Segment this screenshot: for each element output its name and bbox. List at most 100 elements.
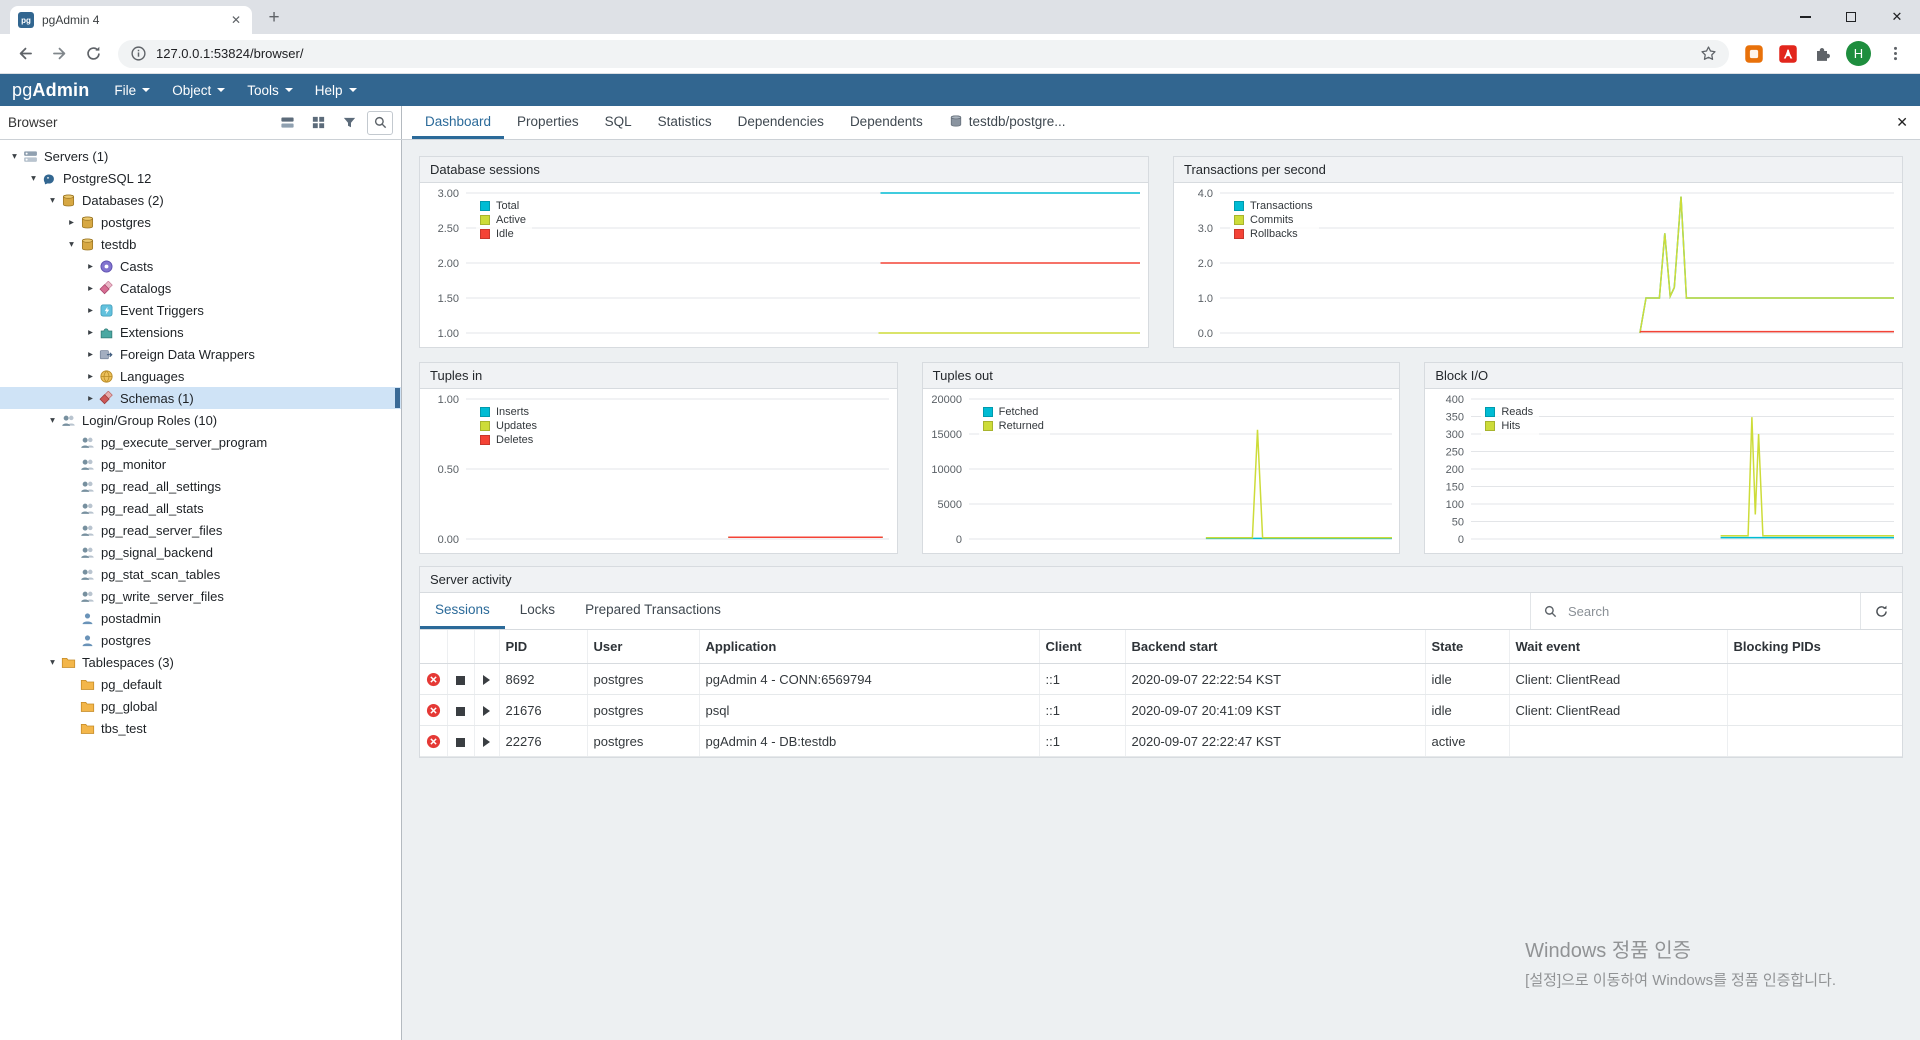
menu-object[interactable]: Object	[161, 74, 236, 106]
chevron-right-icon[interactable]: ▸	[63, 217, 80, 228]
chevron-down-icon[interactable]: ▾	[44, 657, 61, 668]
tree-item-pg-monitor[interactable]: pg_monitor	[0, 453, 401, 475]
tree-item-pg-execute-server-program[interactable]: pg_execute_server_program	[0, 431, 401, 453]
browser-menu-button[interactable]	[1881, 40, 1909, 68]
tree-item-tablespaces-3[interactable]: ▾ Tablespaces (3)	[0, 651, 401, 673]
grid-view-button[interactable]	[305, 111, 331, 135]
site-info-icon[interactable]	[130, 45, 147, 62]
reload-button[interactable]	[79, 40, 107, 68]
tree-item-event-triggers[interactable]: ▸ Event Triggers	[0, 299, 401, 321]
window-maximize-button[interactable]	[1828, 0, 1874, 34]
tab-sql[interactable]: SQL	[592, 106, 645, 139]
tree-item-postadmin[interactable]: postadmin	[0, 607, 401, 629]
tree-item-servers-1[interactable]: ▾ Servers (1)	[0, 145, 401, 167]
activity-tab-sessions[interactable]: Sessions	[420, 593, 505, 629]
session-row[interactable]: 8692 postgres pgAdmin 4 - CONN:6569794::1 2…	[420, 663, 1902, 696]
chevron-down-icon[interactable]: ▾	[63, 239, 80, 250]
group-role-icon	[80, 589, 95, 604]
tree-item-pg-global[interactable]: pg_global	[0, 695, 401, 717]
chevron-right-icon[interactable]: ▸	[82, 349, 99, 360]
tree-item-postgres[interactable]: postgres	[0, 629, 401, 651]
svg-text:0: 0	[956, 534, 962, 546]
chevron-down-icon[interactable]: ▾	[25, 173, 42, 184]
menu-tools[interactable]: Tools	[236, 74, 304, 106]
extensions-puzzle-icon[interactable]	[1812, 44, 1832, 64]
new-tab-button[interactable]: +	[260, 4, 288, 32]
chevron-right-icon[interactable]: ▸	[82, 327, 99, 338]
tab-dependents[interactable]: Dependents	[837, 106, 936, 139]
expand-row-icon[interactable]	[483, 706, 490, 717]
cancel-session-icon[interactable]	[426, 734, 441, 749]
tree-item-languages[interactable]: ▸ Languages	[0, 365, 401, 387]
tree-item-schemas-1[interactable]: ▸ Schemas (1)	[0, 387, 401, 409]
menu-file[interactable]: File	[103, 74, 161, 106]
tree-item-label: pg_stat_scan_tables	[101, 566, 221, 582]
tree-item-tbs-test[interactable]: tbs_test	[0, 717, 401, 739]
tree-item-extensions[interactable]: ▸ Extensions	[0, 321, 401, 343]
chevron-down-icon[interactable]: ▾	[44, 195, 61, 206]
chevron-right-icon[interactable]: ▸	[82, 283, 99, 294]
address-bar[interactable]: 127.0.0.1:53824/browser/	[118, 39, 1729, 68]
menu-help[interactable]: Help	[304, 74, 368, 106]
refresh-button[interactable]	[1860, 593, 1902, 629]
expand-row-icon[interactable]	[483, 675, 490, 686]
bookmark-star-icon[interactable]	[1700, 45, 1717, 62]
server-activity-title: Server activity	[420, 567, 1902, 593]
chevron-right-icon[interactable]: ▸	[82, 371, 99, 382]
tree-item-postgresql-12[interactable]: ▾ PostgreSQL 12	[0, 167, 401, 189]
tree-item-pg-default[interactable]: pg_default	[0, 673, 401, 695]
tab-properties[interactable]: Properties	[504, 106, 592, 139]
chevron-right-icon[interactable]: ▸	[82, 305, 99, 316]
search-input[interactable]	[1566, 602, 1848, 620]
cell-blocking-pids	[1727, 663, 1902, 696]
tab-close-icon[interactable]: ✕	[228, 12, 244, 28]
cancel-session-icon[interactable]	[426, 703, 441, 718]
chevron-down-icon[interactable]: ▾	[44, 415, 61, 426]
chevron-down-icon[interactable]: ▾	[6, 151, 23, 162]
tree-item-testdb[interactable]: ▾ testdb	[0, 233, 401, 255]
extension-icon-acrobat[interactable]	[1778, 44, 1798, 64]
tab-dependencies[interactable]: Dependencies	[725, 106, 837, 139]
chevron-right-icon[interactable]: ▸	[82, 393, 99, 404]
forward-button[interactable]	[45, 40, 73, 68]
extension-icon-orange[interactable]	[1744, 44, 1764, 64]
group-role-icon	[80, 479, 95, 494]
user-icon	[80, 633, 95, 648]
terminate-session-icon[interactable]	[456, 675, 465, 685]
browser-tab[interactable]: pg pgAdmin 4 ✕	[10, 6, 252, 34]
tree-search-button[interactable]	[367, 110, 393, 135]
back-button[interactable]	[11, 40, 39, 68]
panel-close-icon[interactable]: ✕	[1896, 106, 1908, 139]
tree-item-pg-read-all-stats[interactable]: pg_read_all_stats	[0, 497, 401, 519]
tree-item-pg-read-server-files[interactable]: pg_read_server_files	[0, 519, 401, 541]
tab-statistics[interactable]: Statistics	[645, 106, 725, 139]
tree-stack-button[interactable]	[274, 111, 300, 135]
tree-item-casts[interactable]: ▸ Casts	[0, 255, 401, 277]
tree-item-pg-stat-scan-tables[interactable]: pg_stat_scan_tables	[0, 563, 401, 585]
tree-item-pg-read-all-settings[interactable]: pg_read_all_settings	[0, 475, 401, 497]
tab-dashboard[interactable]: Dashboard	[412, 106, 505, 139]
chevron-right-icon[interactable]: ▸	[82, 261, 99, 272]
activity-tab-locks[interactable]: Locks	[505, 593, 570, 629]
tree-item-foreign-data-wrappers[interactable]: ▸ Foreign Data Wrappers	[0, 343, 401, 365]
tab-testdb-postgre[interactable]: testdb/postgre...	[936, 106, 1079, 139]
tree-item-catalogs[interactable]: ▸ Catalogs	[0, 277, 401, 299]
terminate-session-icon[interactable]	[456, 737, 465, 747]
session-row[interactable]: 21676 postgres psql::1 2020-09-07 20:41:09 …	[420, 694, 1902, 727]
tree-item-login-group-roles-10[interactable]: ▾ Login/Group Roles (10)	[0, 409, 401, 431]
main-tabs: Dashboard Properties SQL Statistics Dependen…	[412, 106, 1079, 139]
tree-item-postgres[interactable]: ▸ postgres	[0, 211, 401, 233]
menu-label: File	[114, 82, 137, 98]
window-close-button[interactable]: ✕	[1874, 0, 1920, 34]
terminate-session-icon[interactable]	[456, 706, 465, 716]
profile-avatar[interactable]: H	[1846, 41, 1871, 66]
cancel-session-icon[interactable]	[426, 672, 441, 687]
window-minimize-button[interactable]	[1782, 0, 1828, 34]
tree-item-pg-signal-backend[interactable]: pg_signal_backend	[0, 541, 401, 563]
filter-button[interactable]	[336, 111, 362, 135]
session-row[interactable]: 22276 postgres pgAdmin 4 - DB:testdb::1 202…	[420, 725, 1902, 758]
expand-row-icon[interactable]	[483, 737, 490, 748]
tree-item-pg-write-server-files[interactable]: pg_write_server_files	[0, 585, 401, 607]
activity-tab-prepared-transactions[interactable]: Prepared Transactions	[570, 593, 736, 629]
tree-item-databases-2[interactable]: ▾ Databases (2)	[0, 189, 401, 211]
